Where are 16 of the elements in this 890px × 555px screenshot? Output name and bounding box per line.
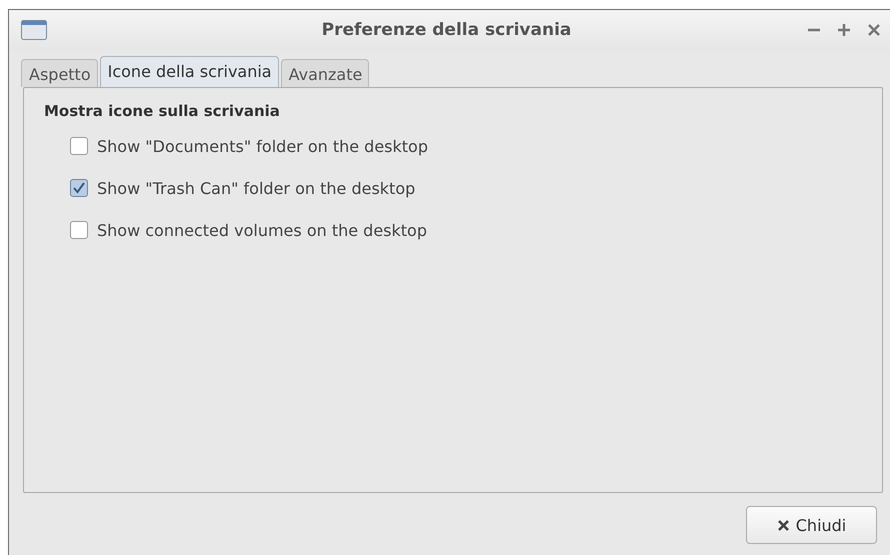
checkbox-label[interactable]: Show "Documents" folder on the desktop <box>97 136 428 156</box>
x-icon <box>776 518 790 532</box>
close-icon[interactable] <box>866 22 882 38</box>
close-button[interactable]: Chiudi <box>746 506 877 544</box>
maximize-icon[interactable] <box>836 22 852 38</box>
window-icon <box>21 20 47 40</box>
tab[interactable]: Aspetto <box>21 59 98 87</box>
tab[interactable]: Icone della scrivania <box>100 56 279 87</box>
window-title: Preferenze della scrivania <box>320 20 572 40</box>
section-heading: Mostra icone sulla scrivania <box>44 102 281 120</box>
checkbox-label[interactable]: Show connected volumes on the desktop <box>97 220 427 240</box>
tab[interactable]: Avanzate <box>280 59 370 87</box>
checkbox[interactable] <box>70 221 88 239</box>
checkbox[interactable] <box>70 179 88 197</box>
checkbox[interactable] <box>70 137 88 155</box>
checkbox-label[interactable]: Show "Trash Can" folder on the desktop <box>97 178 416 198</box>
